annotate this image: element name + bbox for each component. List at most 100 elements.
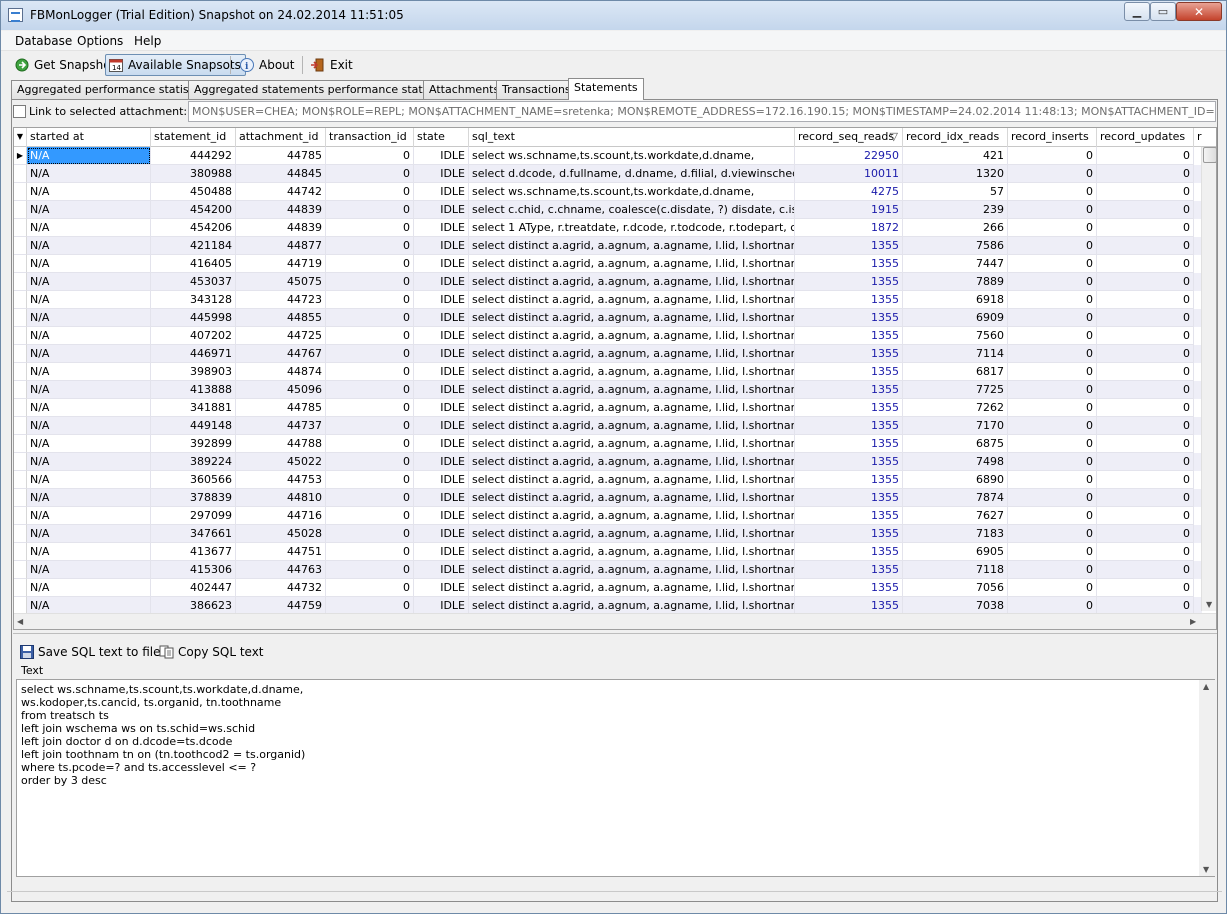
table-row[interactable]: N/A 421184 44877 0 IDLE select distinct a.agr… <box>14 237 1202 255</box>
row-indicator[interactable] <box>14 561 27 579</box>
cell-statement-id[interactable]: 415306 <box>151 561 236 579</box>
cell-record-inserts[interactable]: 0 <box>1008 219 1097 237</box>
row-indicator[interactable] <box>14 489 27 507</box>
table-row[interactable]: N/A 347661 45028 0 IDLE select distinct a.agr… <box>14 525 1202 543</box>
cell-record-idx-reads[interactable]: 266 <box>903 219 1008 237</box>
cell-record-updates[interactable]: 0 <box>1097 525 1194 543</box>
column-header-attachment-id[interactable]: attachment_id <box>236 128 326 147</box>
cell-record-updates[interactable]: 0 <box>1097 327 1194 345</box>
cell-state[interactable]: IDLE <box>414 417 469 435</box>
cell-record-seq-reads[interactable]: 10011 <box>795 165 903 183</box>
tab-transactions[interactable]: Transactions <box>496 80 577 99</box>
table-row[interactable]: N/A 413888 45096 0 IDLE select distinct a.agr… <box>14 381 1202 399</box>
cell-record-seq-reads[interactable]: 1355 <box>795 399 903 417</box>
menu-database[interactable]: Database <box>15 34 72 48</box>
cell-state[interactable]: IDLE <box>414 309 469 327</box>
cell-sql-text[interactable]: select distinct a.agrid, a.agnum, a.agna… <box>469 489 795 507</box>
menu-help[interactable]: Help <box>134 34 161 48</box>
row-indicator[interactable] <box>14 453 27 471</box>
row-indicator[interactable] <box>14 165 27 183</box>
column-header-record-idx-reads[interactable]: record_idx_reads <box>903 128 1008 147</box>
cell-record-idx-reads[interactable]: 7627 <box>903 507 1008 525</box>
column-header-record-inserts[interactable]: record_inserts <box>1008 128 1097 147</box>
cell-attachment-id[interactable]: 44725 <box>236 327 326 345</box>
cell-started-at[interactable]: N/A <box>27 165 151 183</box>
column-header-statement-id[interactable]: statement_id <box>151 128 236 147</box>
table-row[interactable]: N/A 407202 44725 0 IDLE select distinct a.agr… <box>14 327 1202 345</box>
cell-record-idx-reads[interactable]: 57 <box>903 183 1008 201</box>
about-button[interactable]: i About <box>237 54 298 76</box>
scrollbar-thumb[interactable] <box>1203 147 1216 163</box>
cell-attachment-id[interactable]: 44737 <box>236 417 326 435</box>
cell-attachment-id[interactable]: 44719 <box>236 255 326 273</box>
cell-transaction-id[interactable]: 0 <box>326 471 414 489</box>
cell-started-at[interactable]: N/A <box>27 201 151 219</box>
table-row[interactable]: N/A 297099 44716 0 IDLE select distinct a.agr… <box>14 507 1202 525</box>
exit-button[interactable]: Exit <box>308 54 357 76</box>
cell-record-updates[interactable]: 0 <box>1097 345 1194 363</box>
cell-state[interactable]: IDLE <box>414 525 469 543</box>
cell-attachment-id[interactable]: 44839 <box>236 219 326 237</box>
cell-attachment-id[interactable]: 44732 <box>236 579 326 597</box>
cell-record-idx-reads[interactable]: 6909 <box>903 309 1008 327</box>
grid-vertical-scrollbar[interactable]: ▼ <box>1201 147 1216 611</box>
row-indicator[interactable] <box>14 399 27 417</box>
cell-record-inserts[interactable]: 0 <box>1008 273 1097 291</box>
cell-sql-text[interactable]: select distinct a.agrid, a.agnum, a.agna… <box>469 435 795 453</box>
cell-state[interactable]: IDLE <box>414 435 469 453</box>
cell-record-updates[interactable]: 0 <box>1097 417 1194 435</box>
table-row[interactable]: N/A 449148 44737 0 IDLE select distinct a.agr… <box>14 417 1202 435</box>
cell-record-updates[interactable]: 0 <box>1097 399 1194 417</box>
cell-statement-id[interactable]: 360566 <box>151 471 236 489</box>
menu-options[interactable]: Options <box>77 34 123 48</box>
cell-record-inserts[interactable]: 0 <box>1008 471 1097 489</box>
cell-state[interactable]: IDLE <box>414 165 469 183</box>
column-header-record-updates[interactable]: record_updates <box>1097 128 1194 147</box>
cell-started-at[interactable]: N/A <box>27 255 151 273</box>
cell-transaction-id[interactable]: 0 <box>326 381 414 399</box>
tab-aggregated-statements[interactable]: Aggregated statements performance statis… <box>188 80 457 99</box>
cell-record-seq-reads[interactable]: 1355 <box>795 345 903 363</box>
cell-record-idx-reads[interactable]: 6875 <box>903 435 1008 453</box>
cell-sql-text[interactable]: select distinct a.agrid, a.agnum, a.agna… <box>469 363 795 381</box>
cell-statement-id[interactable]: 341881 <box>151 399 236 417</box>
cell-sql-text[interactable]: select c.chid, c.chname, coalesce(c.disd… <box>469 201 795 219</box>
cell-statement-id[interactable]: 297099 <box>151 507 236 525</box>
column-header-state[interactable]: state <box>414 128 469 147</box>
cell-started-at[interactable]: N/A <box>27 237 151 255</box>
row-indicator[interactable] <box>14 345 27 363</box>
cell-state[interactable]: IDLE <box>414 543 469 561</box>
cell-state[interactable]: IDLE <box>414 453 469 471</box>
cell-sql-text[interactable]: select distinct a.agrid, a.agnum, a.agna… <box>469 417 795 435</box>
row-indicator[interactable] <box>14 255 27 273</box>
cell-started-at[interactable]: N/A <box>27 435 151 453</box>
cell-state[interactable]: IDLE <box>414 381 469 399</box>
cell-started-at[interactable]: N/A <box>27 489 151 507</box>
cell-record-seq-reads[interactable]: 1355 <box>795 363 903 381</box>
cell-transaction-id[interactable]: 0 <box>326 327 414 345</box>
cell-record-idx-reads[interactable]: 6890 <box>903 471 1008 489</box>
cell-record-inserts[interactable]: 0 <box>1008 327 1097 345</box>
column-header-transaction-id[interactable]: transaction_id <box>326 128 414 147</box>
cell-transaction-id[interactable]: 0 <box>326 183 414 201</box>
copy-sql-button[interactable]: Copy SQL text <box>159 643 264 661</box>
cell-record-inserts[interactable]: 0 <box>1008 183 1097 201</box>
cell-transaction-id[interactable]: 0 <box>326 561 414 579</box>
cell-record-updates[interactable]: 0 <box>1097 471 1194 489</box>
cell-attachment-id[interactable]: 44763 <box>236 561 326 579</box>
cell-started-at[interactable]: N/A <box>27 147 151 165</box>
cell-record-inserts[interactable]: 0 <box>1008 435 1097 453</box>
title-bar[interactable]: FBMonLogger (Trial Edition) Snapshot on … <box>1 1 1226 30</box>
cell-transaction-id[interactable]: 0 <box>326 237 414 255</box>
cell-record-inserts[interactable]: 0 <box>1008 309 1097 327</box>
table-row[interactable]: N/A 402447 44732 0 IDLE select distinct a.agr… <box>14 579 1202 597</box>
attachment-info-field[interactable]: MON$USER=CHEA; MON$ROLE=REPL; MON$ATTACH… <box>188 101 1216 122</box>
cell-record-updates[interactable]: 0 <box>1097 183 1194 201</box>
cell-transaction-id[interactable]: 0 <box>326 345 414 363</box>
row-indicator[interactable] <box>14 309 27 327</box>
table-row[interactable]: N/A 416405 44719 0 IDLE select distinct a.agr… <box>14 255 1202 273</box>
cell-record-seq-reads[interactable]: 1355 <box>795 273 903 291</box>
cell-record-seq-reads[interactable]: 4275 <box>795 183 903 201</box>
cell-record-updates[interactable]: 0 <box>1097 579 1194 597</box>
cell-sql-text[interactable]: select distinct a.agrid, a.agnum, a.agna… <box>469 399 795 417</box>
